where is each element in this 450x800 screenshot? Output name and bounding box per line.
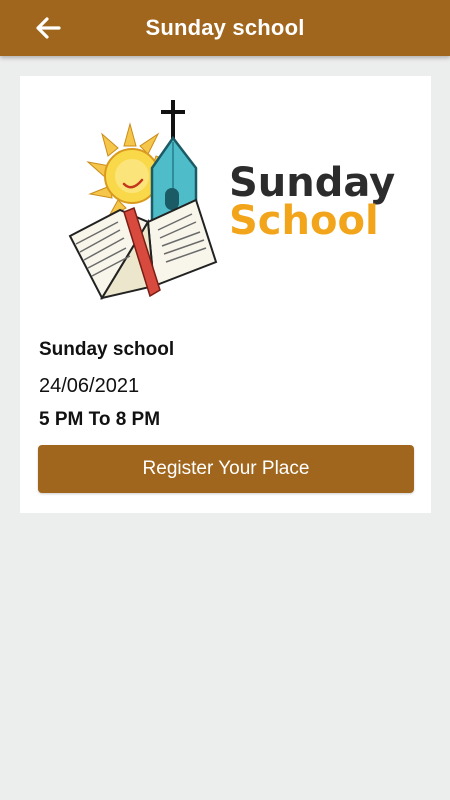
app-bar: Sunday school: [0, 0, 450, 56]
book-icon: [68, 198, 218, 301]
event-date: 24/06/2021: [39, 375, 140, 397]
event-time: 5 PM To 8 PM: [39, 409, 161, 430]
event-card: Sunday School Sunday school 24/06/2021 5…: [20, 76, 431, 513]
sunday-school-logo-image: Sunday School: [68, 100, 395, 301]
page-title: Sunday school: [145, 15, 305, 40]
logo-text-line2: School: [229, 198, 379, 244]
event-title: Sunday school: [39, 339, 175, 360]
register-button[interactable]: Register Your Place: [38, 445, 414, 493]
